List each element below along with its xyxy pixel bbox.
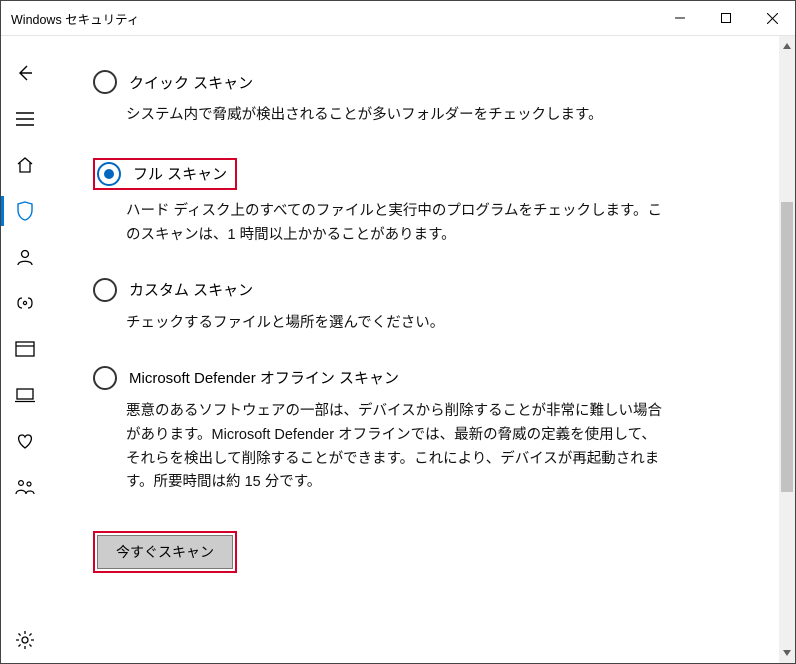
nav-app-browser-control[interactable] <box>1 326 49 372</box>
option-custom-scan[interactable]: カスタム スキャン <box>93 278 755 302</box>
maximize-button[interactable] <box>703 1 749 35</box>
nav-home[interactable] <box>1 142 49 188</box>
option-quick-scan-desc: システム内で脅威が検出されることが多いフォルダーをチェックします。 <box>126 104 666 128</box>
radio-icon <box>93 278 117 302</box>
nav-back-button[interactable] <box>1 50 49 96</box>
close-button[interactable] <box>749 1 795 35</box>
close-icon <box>767 13 778 24</box>
account-icon <box>15 247 35 267</box>
nav-virus-protection[interactable] <box>1 188 49 234</box>
option-full-scan-desc: ハード ディスク上のすべてのファイルと実行中のプログラムをチェックします。このス… <box>126 200 666 248</box>
device-icon <box>15 387 35 403</box>
nav-device-performance[interactable] <box>1 418 49 464</box>
radio-icon <box>93 70 117 94</box>
window-body: クイック スキャン システム内で脅威が検出されることが多いフォルダーをチェックし… <box>1 36 795 663</box>
family-icon <box>14 478 36 496</box>
option-custom-scan-label: カスタム スキャン <box>129 279 253 300</box>
sidebar <box>1 36 49 663</box>
shield-icon <box>15 200 35 222</box>
gear-icon <box>15 630 35 650</box>
scroll-up-button[interactable] <box>779 38 795 54</box>
option-offline-scan-desc: 悪意のあるソフトウェアの一部は、デバイスから削除することが非常に難しい場合があり… <box>126 400 666 496</box>
option-quick-scan[interactable]: クイック スキャン <box>93 70 755 94</box>
nav-settings[interactable] <box>1 617 49 663</box>
option-offline-scan[interactable]: Microsoft Defender オフライン スキャン <box>93 366 755 390</box>
heart-icon <box>14 432 36 450</box>
option-full-scan[interactable]: フル スキャン <box>93 158 237 190</box>
option-offline-scan-label: Microsoft Defender オフライン スキャン <box>129 367 399 388</box>
chevron-down-icon <box>783 650 791 656</box>
nav-family-options[interactable] <box>1 464 49 510</box>
content-wrap: クイック スキャン システム内で脅威が検出されることが多いフォルダーをチェックし… <box>49 36 795 663</box>
chevron-up-icon <box>783 43 791 49</box>
firewall-icon <box>14 294 36 312</box>
vertical-scrollbar[interactable] <box>779 36 795 663</box>
app-control-icon <box>15 341 35 357</box>
minimize-button[interactable] <box>657 1 703 35</box>
nav-account-protection[interactable] <box>1 234 49 280</box>
minimize-icon <box>675 13 685 23</box>
option-custom-scan-desc: チェックするファイルと場所を選んでください。 <box>126 312 666 336</box>
option-quick-scan-label: クイック スキャン <box>129 72 253 93</box>
nav-firewall[interactable] <box>1 280 49 326</box>
scroll-down-button[interactable] <box>779 645 795 661</box>
scroll-thumb[interactable] <box>781 202 793 492</box>
nav-menu-button[interactable] <box>1 96 49 142</box>
home-icon <box>15 155 35 175</box>
maximize-icon <box>721 13 731 23</box>
titlebar: Windows セキュリティ <box>1 1 795 36</box>
scan-now-button[interactable]: 今すぐスキャン <box>97 535 233 569</box>
nav-device-security[interactable] <box>1 372 49 418</box>
option-full-scan-label: フル スキャン <box>133 163 227 184</box>
scan-options-panel: クイック スキャン システム内で脅威が検出されることが多いフォルダーをチェックし… <box>49 36 779 663</box>
back-arrow-icon <box>15 63 35 83</box>
windows-security-window: Windows セキュリティ <box>0 0 796 664</box>
window-controls <box>657 1 795 35</box>
hamburger-icon <box>16 112 34 126</box>
window-title: Windows セキュリティ <box>11 9 139 28</box>
radio-icon <box>93 366 117 390</box>
scan-now-highlight: 今すぐスキャン <box>93 531 237 573</box>
scroll-track[interactable] <box>779 54 795 645</box>
radio-icon <box>97 162 121 186</box>
